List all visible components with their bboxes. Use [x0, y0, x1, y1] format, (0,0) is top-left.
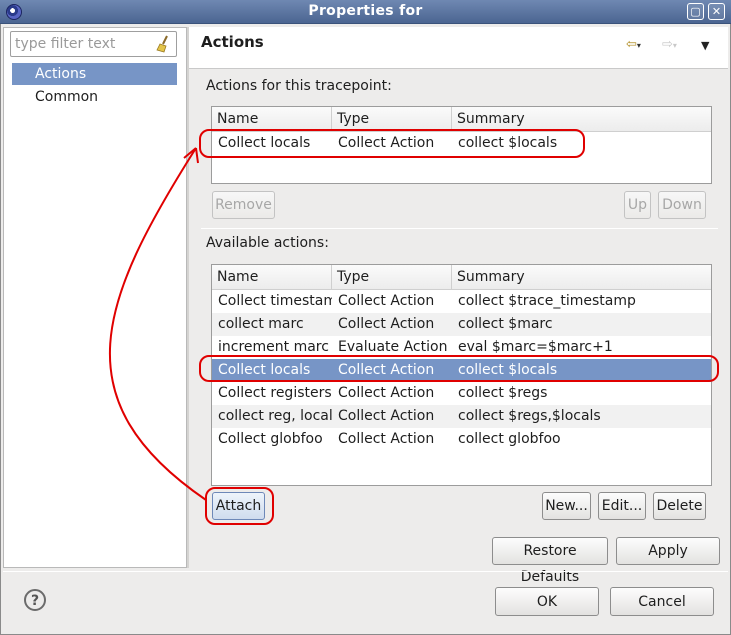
footer-separator	[3, 571, 728, 572]
table-row[interactable]: Collect timestamp Collect Action collect $…	[212, 290, 711, 313]
cell-summary: collect globfoo	[458, 431, 561, 447]
available-actions-label: Available actions:	[206, 235, 329, 251]
cell-type: Collect Action	[338, 385, 435, 401]
tracepoint-actions-table[interactable]: Name Type Summary Collect locals Collect…	[211, 106, 712, 184]
attach-button[interactable]: Attach	[212, 492, 265, 520]
restore-defaults-label: Restore Defaults	[520, 543, 580, 585]
remove-button[interactable]: Remove	[212, 191, 275, 219]
cell-type: Collect Action	[338, 431, 435, 447]
page-title: Actions	[201, 33, 264, 51]
table-row-selected[interactable]: Collect locals Collect Action collect $loc…	[212, 359, 711, 382]
nav-item-common[interactable]: Common	[12, 86, 177, 108]
table-row[interactable]: increment marc Evaluate Action eval $marc=…	[212, 336, 711, 359]
cell-type: Collect Action	[338, 362, 435, 378]
cell-type: Collect Action	[338, 408, 435, 424]
cell-summary: collect $regs	[458, 385, 548, 401]
title-bar: Properties for ▢ ✕	[0, 0, 731, 24]
apply-button[interactable]: Apply	[616, 537, 720, 565]
cell-type: Collect Action	[338, 316, 435, 332]
cell-name: collect marc	[218, 316, 304, 332]
filter-field[interactable]	[10, 31, 177, 57]
table-row[interactable]: Collect globfoo Collect Action collect glo…	[212, 428, 711, 451]
cell-summary: eval $marc=$marc+1	[458, 339, 613, 355]
restore-defaults-button[interactable]: Restore Defaults	[492, 537, 608, 585]
section-separator	[201, 228, 718, 229]
table-header: Name Type Summary	[212, 265, 711, 290]
column-header-name[interactable]: Name	[212, 265, 332, 289]
help-icon[interactable]: ?	[24, 589, 46, 611]
cell-name: Collect registers	[218, 385, 332, 401]
clear-filter-icon[interactable]	[156, 35, 172, 53]
cell-name: Collect locals	[218, 362, 311, 378]
table-header: Name Type Summary	[212, 107, 711, 132]
column-header-type[interactable]: Type	[332, 107, 452, 131]
column-header-summary[interactable]: Summary	[452, 265, 711, 289]
column-header-name[interactable]: Name	[212, 107, 332, 131]
close-icon[interactable]: ✕	[708, 3, 725, 20]
column-header-summary[interactable]: Summary	[452, 107, 711, 131]
pane-sash[interactable]	[187, 27, 189, 568]
new-button[interactable]: New...	[542, 492, 591, 520]
cell-summary: collect $trace_timestamp	[458, 293, 636, 309]
window-title: Properties for	[308, 3, 423, 19]
cell-name: Collect globfoo	[218, 431, 323, 447]
ok-button[interactable]: OK	[495, 587, 599, 616]
available-actions-table[interactable]: Name Type Summary Collect timestampColle…	[211, 264, 712, 486]
page-header	[189, 27, 728, 69]
view-menu-icon[interactable]: ▼	[701, 39, 709, 52]
column-header-type[interactable]: Type	[332, 265, 452, 289]
table-row[interactable]: collect marc Collect Action collect $marc	[212, 313, 711, 336]
cell-name: increment marc	[218, 339, 329, 355]
cancel-button[interactable]: Cancel	[610, 587, 714, 616]
cell-summary: collect $locals	[458, 362, 558, 378]
back-icon[interactable]: ⇦▾	[626, 37, 641, 53]
cell-summary: collect $locals	[458, 135, 558, 151]
down-button[interactable]: Down	[658, 191, 706, 219]
cell-type: Collect Action	[338, 135, 435, 151]
cell-summary: collect $regs,$locals	[458, 408, 601, 424]
table-row[interactable]: Collect locals Collect Action collect $l…	[212, 132, 711, 155]
delete-button[interactable]: Delete	[653, 492, 706, 520]
cell-name: collect reg, locals	[218, 408, 332, 424]
edit-button[interactable]: Edit...	[598, 492, 646, 520]
cell-name: Collect timestamp	[218, 293, 332, 309]
up-button[interactable]: Up	[624, 191, 651, 219]
cell-name: Collect locals	[218, 135, 311, 151]
preference-tree-pane	[3, 27, 187, 568]
tracepoint-actions-label: Actions for this tracepoint:	[206, 78, 392, 94]
cell-type: Evaluate Action	[338, 339, 448, 355]
nav-item-actions[interactable]: Actions	[12, 63, 177, 85]
maximize-icon[interactable]: ▢	[687, 3, 704, 20]
forward-icon: ⇨▾	[662, 37, 677, 52]
table-row[interactable]: collect reg, locals Collect Action collect…	[212, 405, 711, 428]
cell-summary: collect $marc	[458, 316, 553, 332]
filter-input[interactable]	[15, 34, 153, 54]
cell-type: Collect Action	[338, 293, 435, 309]
table-row[interactable]: Collect registers Collect Action collect $…	[212, 382, 711, 405]
